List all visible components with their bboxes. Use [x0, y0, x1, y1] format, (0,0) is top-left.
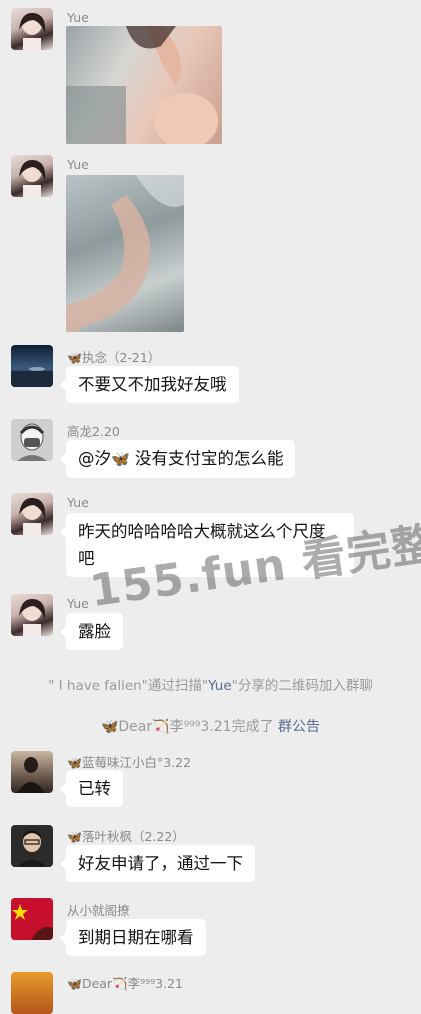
- avatar[interactable]: [11, 594, 53, 636]
- message-bubble[interactable]: 到期日期在哪看: [60, 919, 206, 956]
- user-link[interactable]: Yue: [208, 678, 232, 694]
- avatar[interactable]: [11, 8, 53, 50]
- butterfly-icon: 🦋: [67, 977, 82, 991]
- shared-photo[interactable]: [66, 26, 222, 144]
- sender-name: 从小就阁撩: [67, 903, 130, 918]
- sender-name: Yue: [67, 157, 89, 172]
- message-bubble[interactable]: @汐🦋 没有支付宝的怎么能: [59, 440, 296, 478]
- avatar[interactable]: [11, 493, 53, 535]
- butterfly-icon: 🦋: [67, 351, 82, 365]
- sender-name: 高龙2.20: [67, 424, 120, 439]
- sender-name: 🦋Dear🏹李⁹⁹⁹3.21: [67, 976, 183, 991]
- system-message-notice: 🦋Dear🏹李⁹⁹⁹3.21完成了 群公告: [100, 719, 321, 735]
- butterfly-icon: 🦋: [111, 450, 130, 468]
- butterfly-icon: 🦋: [67, 756, 82, 770]
- sender-name: Yue: [67, 10, 89, 25]
- avatar[interactable]: [11, 751, 53, 793]
- avatar[interactable]: [11, 825, 53, 867]
- avatar[interactable]: [11, 898, 53, 940]
- sender-name: 🦋落叶秋枫（2.22）: [67, 829, 185, 844]
- message-bubble[interactable]: 已转: [60, 770, 123, 807]
- sender-name: Yue: [67, 495, 89, 510]
- avatar[interactable]: [11, 345, 53, 387]
- sender-name: 🦋执念（2-21）: [67, 350, 161, 365]
- message-bubble[interactable]: 好友申请了，通过一下: [60, 845, 255, 882]
- avatar[interactable]: [11, 155, 53, 197]
- sender-name: Yue: [67, 596, 89, 611]
- butterfly-icon: 🦋: [67, 830, 82, 844]
- avatar[interactable]: [11, 419, 53, 461]
- system-message-join: " I have fallen"通过扫描"Yue"分享的二维码加入群聊: [48, 678, 373, 694]
- sender-name: 🦋蓝莓味江小白°3.22: [67, 755, 192, 770]
- shared-photo[interactable]: [66, 175, 184, 332]
- message-bubble[interactable]: 不要又不加我好友哦: [60, 366, 239, 403]
- avatar[interactable]: [11, 972, 53, 1014]
- group-notice-link[interactable]: 群公告: [278, 719, 320, 735]
- butterfly-icon: 🦋: [100, 719, 119, 735]
